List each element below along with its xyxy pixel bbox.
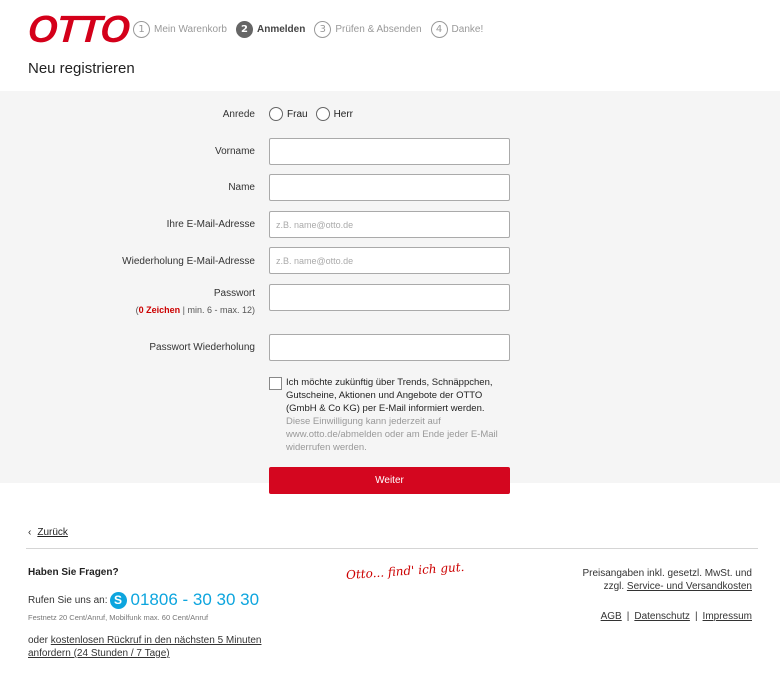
- header: OTTO 1 Mein Warenkorb 2 Anmelden 3 Prüfe…: [0, 0, 780, 90]
- password-repeat-label: Passwort Wiederholung: [149, 342, 255, 353]
- call-prefix: Rufen Sie uns an:: [28, 594, 108, 606]
- step-label: Prüfen & Absenden: [335, 24, 422, 35]
- step-warenkorb[interactable]: 1 Mein Warenkorb: [133, 21, 227, 38]
- callback-prefix: oder: [28, 635, 51, 646]
- callback-line: oder kostenlosen Rückruf in den nächsten…: [28, 634, 288, 660]
- email-repeat-input[interactable]: [269, 247, 510, 274]
- name-input[interactable]: [269, 174, 510, 201]
- otto-slogan: Otto... find' ich gut.: [345, 559, 465, 583]
- step-danke: 4 Danke!: [430, 21, 484, 38]
- back-label[interactable]: Zurück: [37, 527, 68, 538]
- password-repeat-input[interactable]: [269, 334, 510, 361]
- footer-divider: [26, 548, 758, 549]
- step-anmelden: 2 Anmelden: [236, 21, 305, 38]
- step-number: 2: [236, 21, 253, 38]
- radio-herr[interactable]: [315, 107, 330, 121]
- agb-link[interactable]: AGB: [601, 611, 622, 622]
- radio-frau-label[interactable]: Frau: [287, 109, 308, 120]
- hotline-number[interactable]: 01806 - 30 30 30: [131, 590, 260, 610]
- consent-text: Ich möchte zukünftig über Trends, Schnäp…: [286, 377, 493, 414]
- password-char-count: 0 Zeichen: [138, 305, 181, 315]
- radio-herr-label[interactable]: Herr: [334, 109, 353, 120]
- name-label: Name: [228, 182, 255, 193]
- page-title: Neu registrieren: [28, 60, 135, 77]
- impressum-link[interactable]: Impressum: [703, 611, 752, 622]
- callback-link[interactable]: kostenlosen Rückruf in den nächsten 5 Mi…: [28, 635, 261, 659]
- otto-logo[interactable]: OTTO: [27, 9, 131, 51]
- price-info-line1: Preisangaben inkl. gesetzl. MwSt. und: [582, 568, 752, 579]
- weiter-button[interactable]: Weiter: [269, 467, 510, 494]
- anrede-label: Anrede: [222, 109, 255, 120]
- footer-help: Haben Sie Fragen? Rufen Sie uns an: S 01…: [28, 567, 288, 660]
- step-label: Danke!: [451, 24, 484, 35]
- chevron-left-icon: ‹: [28, 527, 32, 538]
- password-input[interactable]: [269, 284, 510, 311]
- password-label: Passwort: [213, 288, 255, 299]
- step-number: 4: [430, 21, 448, 38]
- anrede-radio-group: Frau Herr: [269, 107, 361, 121]
- radio-frau[interactable]: [269, 107, 283, 121]
- step-number: 1: [133, 21, 150, 38]
- separator: |: [694, 611, 698, 622]
- password-hint: (0 Zeichen | min. 6 - max. 12): [136, 305, 255, 315]
- step-pruefen: 3 Prüfen & Absenden: [314, 21, 422, 38]
- email-label: Ihre E-Mail-Adresse: [166, 219, 255, 230]
- vorname-label: Vorname: [214, 146, 255, 157]
- step-number: 3: [314, 21, 332, 38]
- consent-text-block: Ich möchte zukünftig über Trends, Schnäp…: [286, 376, 514, 454]
- vorname-input[interactable]: [269, 138, 510, 165]
- consent-revocation-text: Diese Einwilligung kann jederzeit auf ww…: [286, 416, 498, 453]
- back-link[interactable]: ‹ Zurück: [28, 527, 68, 538]
- checkout-steps: 1 Mein Warenkorb 2 Anmelden 3 Prüfen & A…: [133, 21, 492, 38]
- email-input[interactable]: [269, 211, 510, 238]
- help-title: Haben Sie Fragen?: [28, 567, 119, 578]
- password-hint-rest: | min. 6 - max. 12): [180, 305, 255, 315]
- call-line: Rufen Sie uns an: S 01806 - 30 30 30: [28, 590, 288, 610]
- tariff-info: Festnetz 20 Cent/Anruf, Mobilfunk max. 6…: [28, 613, 209, 622]
- newsletter-consent: Ich möchte zukünftig über Trends, Schnäp…: [269, 376, 514, 454]
- price-info-line2: zzgl. Service- und Versandkosten: [582, 580, 752, 593]
- separator: |: [626, 611, 630, 622]
- shipping-costs-link[interactable]: Service- und Versandkosten: [627, 581, 752, 592]
- legal-links: AGB | Datenschutz | Impressum: [582, 610, 752, 623]
- footer-legal: Preisangaben inkl. gesetzl. MwSt. und zz…: [582, 567, 752, 623]
- price-info-prefix: zzgl.: [603, 581, 627, 592]
- step-label: Anmelden: [257, 24, 306, 35]
- email-repeat-label: Wiederholung E-Mail-Adresse: [122, 256, 255, 267]
- step-label: Mein Warenkorb: [154, 24, 227, 35]
- skype-icon[interactable]: S: [109, 591, 127, 609]
- newsletter-checkbox[interactable]: [269, 377, 282, 390]
- datenschutz-link[interactable]: Datenschutz: [634, 611, 690, 622]
